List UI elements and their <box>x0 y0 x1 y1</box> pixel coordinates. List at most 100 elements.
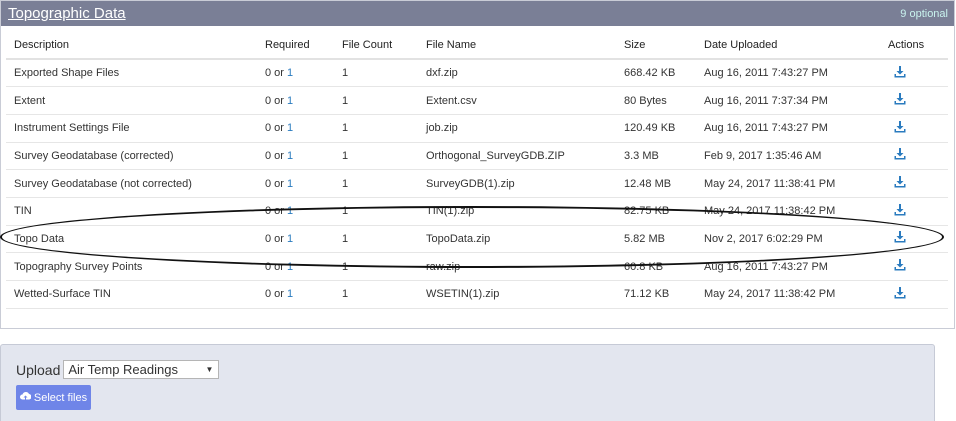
actions-cell <box>880 280 948 309</box>
date-uploaded-cell: May 24, 2017 11:38:42 PM <box>696 197 880 226</box>
download-icon[interactable] <box>894 148 906 160</box>
required-text: 0 or <box>265 67 288 80</box>
description-cell: TIN <box>6 197 257 226</box>
download-icon[interactable] <box>894 93 906 105</box>
description-cell: Topography Survey Points <box>6 252 257 281</box>
col-required: Required <box>257 31 334 60</box>
required-text: 0 or <box>265 177 288 190</box>
file-name-cell: WSETIN(1).zip <box>418 280 616 309</box>
file-name-cell: TIN(1).zip <box>418 197 616 226</box>
required-text: 0 or <box>265 205 288 218</box>
required-cell: 0 or 1 <box>257 169 334 198</box>
size-cell: 3.3 MB <box>616 142 696 171</box>
description-cell: Extent <box>6 86 257 115</box>
size-cell: 5.82 MB <box>616 225 696 254</box>
file-name-cell: raw.zip <box>418 252 616 281</box>
date-uploaded-cell: Nov 2, 2017 6:02:29 PM <box>696 225 880 254</box>
file-count-cell: 1 <box>334 252 418 281</box>
description-cell: Instrument Settings File <box>6 114 257 143</box>
required-max: 1 <box>287 122 294 135</box>
required-max: 1 <box>287 288 294 301</box>
file-name-cell: SurveyGDB(1).zip <box>418 169 616 198</box>
required-cell: 0 or 1 <box>257 197 334 226</box>
col-file-name: File Name <box>418 31 616 60</box>
file-count-cell: 1 <box>334 169 418 198</box>
required-text: 0 or <box>265 260 288 273</box>
required-max: 1 <box>287 177 294 190</box>
required-cell: 0 or 1 <box>257 59 334 88</box>
chevron-down-icon: ▼ <box>205 365 214 374</box>
file-count-cell: 1 <box>334 114 418 143</box>
panel-title-link[interactable]: Topographic Data <box>8 5 126 22</box>
required-max: 1 <box>287 205 294 218</box>
file-name-cell: TopoData.zip <box>418 225 616 254</box>
col-description: Description <box>6 31 257 60</box>
table-row: Wetted-Surface TIN 0 or 1 1 WSETIN(1).zip 71… <box>6 280 948 309</box>
required-cell: 0 or 1 <box>257 86 334 115</box>
date-uploaded-cell: Aug 16, 2011 7:43:27 PM <box>696 114 880 143</box>
size-cell: 60.8 KB <box>616 252 696 281</box>
download-icon[interactable] <box>894 231 906 243</box>
size-cell: 668.42 KB <box>616 59 696 88</box>
description-cell: Topo Data <box>6 225 257 254</box>
size-cell: 82.75 KB <box>616 197 696 226</box>
table-row: TIN 0 or 1 1 TIN(1).zip 82.75 KB May 24, 2017… <box>6 197 948 226</box>
date-uploaded-cell: Aug 16, 2011 7:43:27 PM <box>696 59 880 88</box>
actions-cell <box>880 225 948 254</box>
actions-cell <box>880 86 948 115</box>
required-max: 1 <box>287 149 294 162</box>
table-row: Survey Geodatabase (not corrected) 0 or 1… <box>6 169 948 198</box>
actions-cell <box>880 142 948 171</box>
required-text: 0 or <box>265 122 288 135</box>
table-row: Topo Data 0 or 1 1 TopoData.zip 5.82 MB Nov 2… <box>6 225 948 254</box>
required-max: 1 <box>287 67 294 80</box>
date-uploaded-cell: Aug 16, 2011 7:43:27 PM <box>696 252 880 281</box>
required-text: 0 or <box>265 94 288 107</box>
actions-cell <box>880 252 948 281</box>
required-cell: 0 or 1 <box>257 280 334 309</box>
size-cell: 120.49 KB <box>616 114 696 143</box>
upload-type-select[interactable]: Air Temp Readings ▼ <box>63 360 220 379</box>
topographic-data-panel: Topographic Data 9 optional Description … <box>0 0 955 329</box>
required-cell: 0 or 1 <box>257 114 334 143</box>
required-cell: 0 or 1 <box>257 142 334 171</box>
panel-header: Topographic Data 9 optional <box>1 1 954 26</box>
actions-cell <box>880 197 948 226</box>
file-count-cell: 1 <box>334 225 418 254</box>
cloud-upload-icon <box>19 391 32 404</box>
actions-cell <box>880 59 948 88</box>
required-cell: 0 or 1 <box>257 225 334 254</box>
table-row: Exported Shape Files 0 or 1 1 dxf.zip 668.42… <box>6 59 948 88</box>
required-text: 0 or <box>265 232 288 245</box>
file-name-cell: Orthogonal_SurveyGDB.ZIP <box>418 142 616 171</box>
upload-row: Upload Air Temp Readings ▼ <box>16 360 220 379</box>
file-count-cell: 1 <box>334 86 418 115</box>
size-cell: 12.48 MB <box>616 169 696 198</box>
download-icon[interactable] <box>894 176 906 188</box>
size-cell: 71.12 KB <box>616 280 696 309</box>
required-max: 1 <box>287 94 294 107</box>
file-name-cell: dxf.zip <box>418 59 616 88</box>
col-file-count: File Count <box>334 31 418 60</box>
date-uploaded-cell: May 24, 2017 11:38:42 PM <box>696 280 880 309</box>
required-cell: 0 or 1 <box>257 252 334 281</box>
download-icon[interactable] <box>894 203 906 216</box>
required-max: 1 <box>287 232 294 245</box>
table-row: Instrument Settings File 0 or 1 1 job.zip 12… <box>6 114 948 143</box>
download-icon[interactable] <box>894 120 906 133</box>
description-cell: Wetted-Surface TIN <box>6 280 257 309</box>
upload-label: Upload <box>16 361 61 378</box>
download-icon[interactable] <box>894 286 906 299</box>
download-icon[interactable] <box>894 65 906 78</box>
file-count-cell: 1 <box>334 59 418 88</box>
file-name-cell: job.zip <box>418 114 616 143</box>
download-icon[interactable] <box>894 259 906 271</box>
upload-panel: Upload Air Temp Readings ▼ <box>0 344 935 421</box>
upload-type-selected: Air Temp Readings <box>68 362 178 377</box>
table-row: Topography Survey Points 0 or 1 1 raw.zip 60… <box>6 252 948 281</box>
select-files-button[interactable]: Select files <box>16 385 91 410</box>
required-text: 0 or <box>265 149 288 162</box>
table-row: Survey Geodatabase (corrected) 0 or 1 1 Ort… <box>6 142 948 171</box>
size-cell: 80 Bytes <box>616 86 696 115</box>
date-uploaded-cell: Feb 9, 2017 1:35:46 AM <box>696 142 880 171</box>
